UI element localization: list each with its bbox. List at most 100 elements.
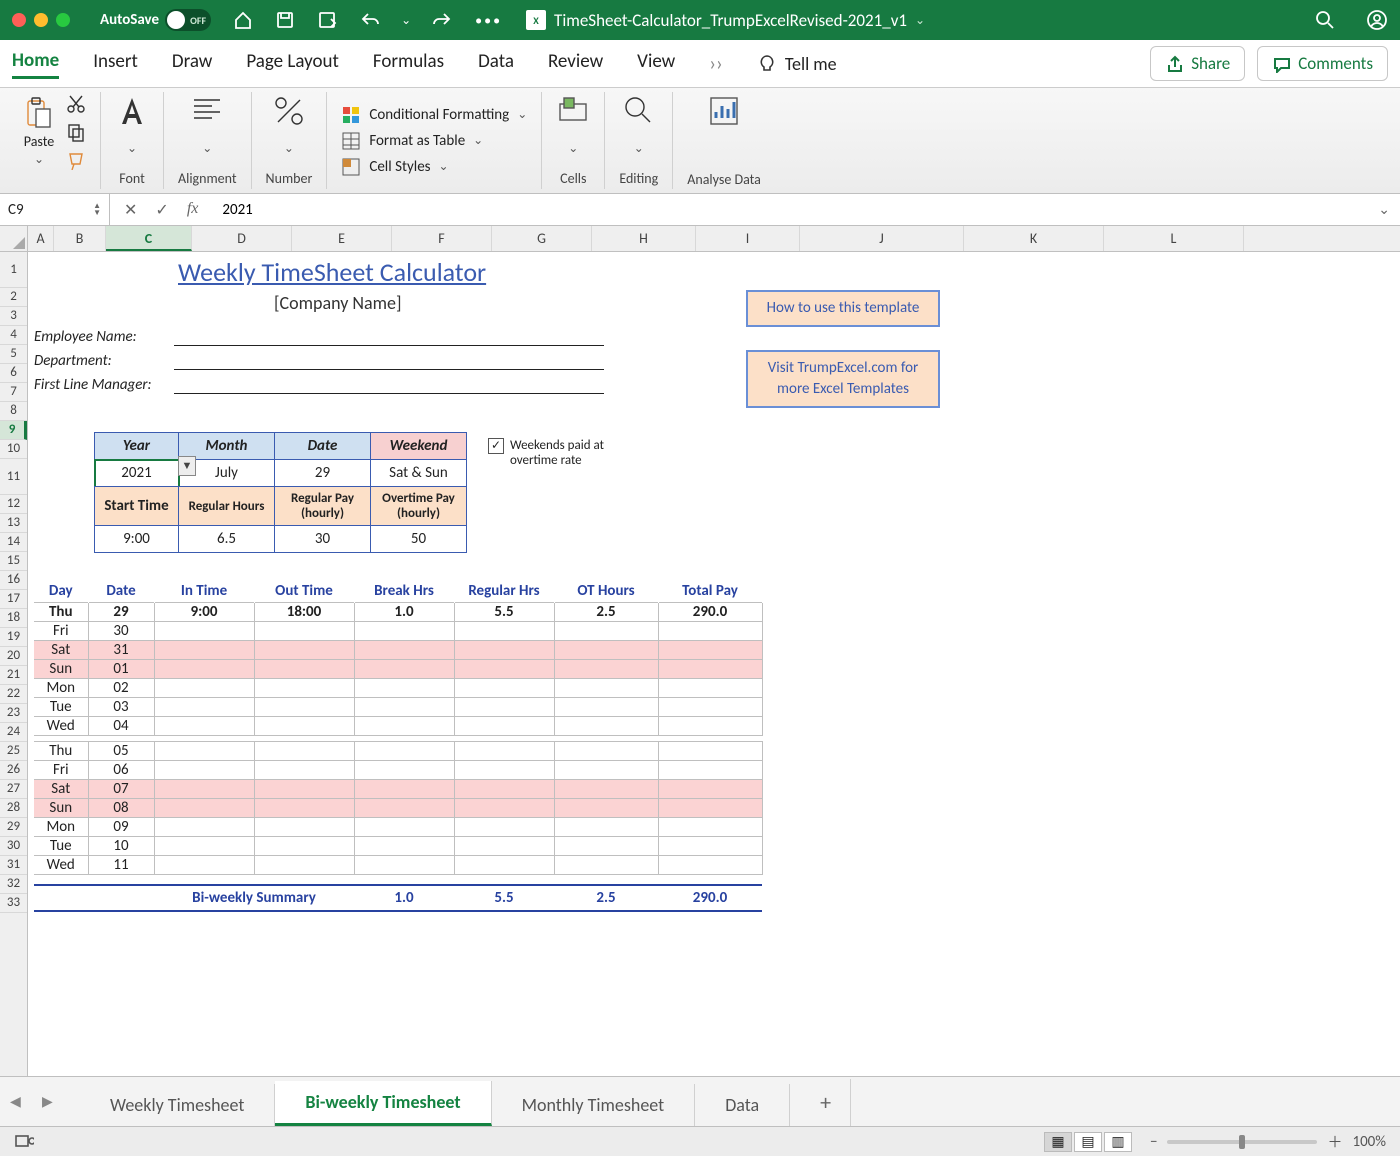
normal-view-icon[interactable]: ▦: [1044, 1132, 1072, 1152]
sheet-tab[interactable]: Bi-weekly Timesheet: [275, 1081, 491, 1126]
maximize-window-icon[interactable]: [56, 13, 70, 27]
account-icon[interactable]: [1366, 9, 1388, 31]
row-header-25[interactable]: 25: [0, 742, 27, 761]
page-break-view-icon[interactable]: ▥: [1104, 1132, 1132, 1152]
weekend-cell[interactable]: Sat & Sun: [371, 460, 467, 487]
row-header-4[interactable]: 4: [0, 326, 27, 345]
table-row[interactable]: Fri30: [34, 622, 762, 641]
formula-input[interactable]: [212, 194, 1368, 225]
table-row[interactable]: Sun08: [34, 799, 762, 818]
format-painter-icon[interactable]: [66, 150, 86, 170]
close-window-icon[interactable]: [12, 13, 26, 27]
row-header-5[interactable]: 5: [0, 345, 27, 364]
row-header-14[interactable]: 14: [0, 533, 27, 552]
tab-home[interactable]: Home: [12, 49, 59, 79]
share-button[interactable]: Share: [1150, 46, 1245, 81]
cell-styles-button[interactable]: Cell Styles⌄: [341, 157, 448, 177]
spreadsheet-grid[interactable]: 1234567891011121314151617181920212223242…: [0, 252, 1400, 1076]
more-commands-icon[interactable]: •••: [475, 12, 502, 29]
chevron-down-icon[interactable]: ⌄: [915, 13, 925, 28]
row-header-1[interactable]: 1: [0, 252, 27, 288]
row-header-21[interactable]: 21: [0, 666, 27, 685]
copy-icon[interactable]: [66, 122, 86, 142]
namebox-stepper[interactable]: ▲▼: [93, 203, 101, 217]
row-header-7[interactable]: 7: [0, 383, 27, 402]
cancel-formula-icon[interactable]: ✕: [124, 200, 137, 220]
sheet-canvas[interactable]: Weekly TimeSheet Calculator [Company Nam…: [28, 252, 1400, 1076]
table-row[interactable]: Mon09: [34, 818, 762, 837]
row-header-27[interactable]: 27: [0, 780, 27, 799]
zoom-slider[interactable]: [1167, 1140, 1317, 1144]
tab-insert[interactable]: Insert: [93, 50, 138, 77]
conditional-formatting-button[interactable]: Conditional Formatting⌄: [341, 105, 527, 125]
column-header-I[interactable]: I: [696, 226, 800, 251]
row-header-13[interactable]: 13: [0, 514, 27, 533]
editing-button[interactable]: [622, 94, 656, 128]
column-header-D[interactable]: D: [192, 226, 292, 251]
row-header-12[interactable]: 12: [0, 495, 27, 514]
table-row[interactable]: Tue10: [34, 837, 762, 856]
checkbox-icon[interactable]: ✓: [488, 438, 504, 454]
tab-draw[interactable]: Draw: [172, 50, 212, 77]
autosave-toggle[interactable]: AutoSave OFF: [100, 9, 211, 31]
name-box[interactable]: C9 ▲▼: [0, 194, 110, 225]
row-header-8[interactable]: 8: [0, 402, 27, 421]
redo-icon[interactable]: [433, 10, 453, 30]
zoom-level[interactable]: 100%: [1352, 1133, 1386, 1151]
tab-formulas[interactable]: Formulas: [373, 50, 444, 77]
row-header-23[interactable]: 23: [0, 704, 27, 723]
confirm-formula-icon[interactable]: ✓: [155, 200, 168, 220]
row-header-2[interactable]: 2: [0, 288, 27, 307]
zoom-in-icon[interactable]: ＋: [1327, 1131, 1342, 1152]
row-header-33[interactable]: 33: [0, 894, 27, 913]
daily-timesheet-table[interactable]: DayDateIn TimeOut TimeBreak HrsRegular H…: [34, 580, 763, 912]
row-header-9[interactable]: 9: [0, 421, 27, 440]
row-header-18[interactable]: 18: [0, 609, 27, 628]
column-header-G[interactable]: G: [492, 226, 592, 251]
column-header-K[interactable]: K: [964, 226, 1104, 251]
tab-nav-prev-icon[interactable]: ◀: [10, 1093, 28, 1111]
table-row[interactable]: Sat31: [34, 641, 762, 660]
date-cell[interactable]: 29: [275, 460, 371, 487]
undo-icon[interactable]: [359, 10, 379, 30]
column-header-L[interactable]: L: [1104, 226, 1244, 251]
row-header-6[interactable]: 6: [0, 364, 27, 383]
page-layout-view-icon[interactable]: ▤: [1074, 1132, 1102, 1152]
row-header-26[interactable]: 26: [0, 761, 27, 780]
table-row[interactable]: Thu05: [34, 742, 762, 761]
select-all-corner[interactable]: [0, 226, 28, 251]
search-icon[interactable]: [1314, 9, 1336, 31]
tab-page-layout[interactable]: Page Layout: [246, 50, 339, 77]
row-header-16[interactable]: 16: [0, 571, 27, 590]
tab-review[interactable]: Review: [548, 50, 603, 77]
table-row[interactable]: Fri06: [34, 761, 762, 780]
alignment-button[interactable]: [190, 94, 224, 128]
row-header-31[interactable]: 31: [0, 856, 27, 875]
visit-link[interactable]: Visit TrumpExcel.com for more Excel Temp…: [746, 350, 940, 408]
row-header-30[interactable]: 30: [0, 837, 27, 856]
row-header-3[interactable]: 3: [0, 307, 27, 326]
how-to-link[interactable]: How to use this template: [746, 290, 940, 327]
sheet-tab[interactable]: Monthly Timesheet: [492, 1084, 696, 1126]
row-header-19[interactable]: 19: [0, 628, 27, 647]
row-header-15[interactable]: 15: [0, 552, 27, 571]
home-icon[interactable]: [233, 10, 253, 30]
paste-button[interactable]: Paste ⌄: [22, 97, 56, 167]
column-header-B[interactable]: B: [54, 226, 106, 251]
row-header-29[interactable]: 29: [0, 818, 27, 837]
table-row[interactable]: Wed11: [34, 856, 762, 875]
table-row[interactable]: Wed04: [34, 717, 762, 736]
row-header-11[interactable]: 11: [0, 459, 27, 495]
save-as-icon[interactable]: [317, 10, 337, 30]
weekend-overtime-checkbox[interactable]: ✓ Weekends paid at overtime rate: [488, 438, 620, 468]
row-header-32[interactable]: 32: [0, 875, 27, 894]
table-row[interactable]: Thu299:0018:001.05.52.5290.0: [34, 603, 762, 622]
table-row[interactable]: Sat07: [34, 780, 762, 799]
autosave-switch[interactable]: OFF: [165, 9, 211, 31]
table-row[interactable]: Mon02: [34, 679, 762, 698]
column-header-A[interactable]: A: [28, 226, 54, 251]
column-header-E[interactable]: E: [292, 226, 392, 251]
document-title[interactable]: X TimeSheet-Calculator_TrumpExcelRevised…: [526, 10, 925, 31]
year-cell[interactable]: 2021: [95, 460, 179, 487]
tab-nav-next-icon[interactable]: ▶: [42, 1093, 60, 1111]
